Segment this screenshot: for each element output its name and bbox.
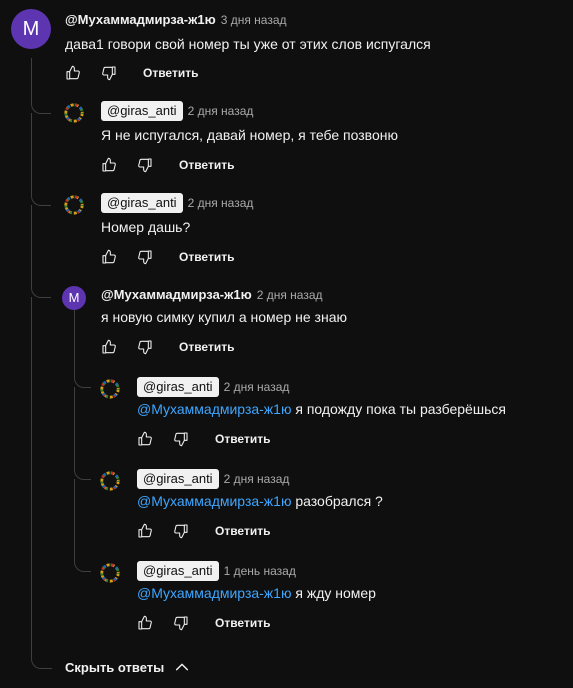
thread-line [31, 205, 32, 281]
chevron-up-icon [174, 659, 190, 675]
like-icon[interactable] [99, 337, 119, 357]
like-icon[interactable] [99, 155, 119, 175]
dislike-icon[interactable] [135, 337, 155, 357]
hide-replies-button[interactable]: Скрыть ответы [65, 659, 190, 675]
comment-text: @Мухаммадмирза-ж1ю я подожду пока ты раз… [137, 401, 506, 417]
comment-actions: Ответить [135, 429, 270, 449]
reply-button[interactable]: Ответить [143, 66, 198, 80]
like-icon[interactable] [135, 429, 155, 449]
comment-text: @Мухаммадмирза-ж1ю я жду номер [137, 585, 376, 601]
comment-actions: Ответить [99, 247, 234, 267]
comment-body: дава1 говори свой номер ты уже от этих с… [65, 36, 431, 52]
author-badge[interactable]: @giras_anti [137, 561, 219, 581]
nested-thread-line [74, 387, 75, 464]
timestamp[interactable]: 2 дня назад [257, 288, 323, 302]
comment-actions: Ответить [135, 613, 270, 633]
like-icon[interactable] [63, 63, 83, 83]
author-name[interactable]: @Мухаммадмирза-ж1ю [101, 287, 252, 302]
dislike-icon[interactable] [135, 155, 155, 175]
reply-button[interactable]: Ответить [179, 158, 234, 172]
nested-thread-line [74, 464, 91, 480]
nested-thread-line [74, 556, 91, 572]
comment-text: Номер дашь? [101, 219, 190, 235]
timestamp[interactable]: 3 дня назад [221, 13, 287, 27]
thread-line [31, 97, 51, 114]
thread-line [31, 281, 51, 298]
comment-header: @Мухаммадмирза-ж1ю 3 дня назад [65, 12, 287, 27]
like-icon[interactable] [99, 247, 119, 267]
reply-button[interactable]: Ответить [215, 524, 270, 538]
reply-button[interactable]: Ответить [215, 616, 270, 630]
dislike-icon[interactable] [135, 247, 155, 267]
avatar[interactable]: M [62, 286, 86, 310]
nested-thread-line [74, 372, 91, 388]
avatar[interactable] [98, 561, 122, 585]
comment-actions: Ответить [99, 337, 234, 357]
thread-line [31, 643, 52, 669]
dislike-icon[interactable] [171, 613, 191, 633]
author-badge[interactable]: @giras_anti [137, 469, 219, 489]
comment-header: @giras_anti 2 дня назад [101, 101, 253, 121]
comments-thread: M @Мухаммадмирза-ж1ю 3 дня назад дава1 г… [0, 0, 573, 688]
like-icon[interactable] [135, 521, 155, 541]
reply-button[interactable]: Ответить [179, 250, 234, 264]
comment-text: я новую симку купил а номер не знаю [101, 309, 347, 325]
thread-line [31, 297, 32, 643]
timestamp[interactable]: 2 дня назад [224, 472, 290, 486]
avatar[interactable] [62, 101, 86, 125]
timestamp[interactable]: 2 дня назад [188, 104, 254, 118]
avatar[interactable] [98, 469, 122, 493]
timestamp[interactable]: 2 дня назад [188, 196, 254, 210]
comment-body: я новую симку купил а номер не знаю [101, 309, 347, 325]
comment-body: Номер дашь? [101, 219, 191, 235]
thread-line [31, 58, 32, 97]
author-badge[interactable]: @giras_anti [137, 377, 219, 397]
mention-link[interactable]: @Мухаммадмирза-ж1ю [137, 493, 291, 509]
comment-header: @giras_anti 1 день назад [137, 561, 296, 581]
comment-header: @giras_anti 2 дня назад [101, 193, 253, 213]
comment-body: я жду номер [291, 585, 376, 601]
nested-thread-line [74, 310, 75, 372]
comment-actions: Ответить [63, 63, 198, 83]
thread-line [31, 189, 51, 206]
comment-body: Я не испугался, давай номер, я тебе позв… [101, 127, 398, 143]
author-badge[interactable]: @giras_anti [101, 193, 183, 213]
comment-body: разобрался ? [291, 493, 383, 509]
reply-button[interactable]: Ответить [215, 432, 270, 446]
comment-text: @Мухаммадмирза-ж1ю разобрался ? [137, 493, 383, 509]
timestamp[interactable]: 2 дня назад [224, 380, 290, 394]
comment-body: я подожду пока ты разберёшься [291, 401, 506, 417]
reply-button[interactable]: Ответить [179, 340, 234, 354]
dislike-icon[interactable] [171, 521, 191, 541]
thread-line [31, 113, 32, 189]
dislike-icon[interactable] [171, 429, 191, 449]
dislike-icon[interactable] [99, 63, 119, 83]
mention-link[interactable]: @Мухаммадмирза-ж1ю [137, 585, 291, 601]
comment-header: @Мухаммадмирза-ж1ю 2 дня назад [101, 287, 323, 302]
avatar[interactable] [98, 377, 122, 401]
mention-link[interactable]: @Мухаммадмирза-ж1ю [137, 401, 291, 417]
timestamp[interactable]: 1 день назад [224, 564, 296, 578]
hide-replies-label: Скрыть ответы [65, 659, 165, 675]
comment-header: @giras_anti 2 дня назад [137, 377, 289, 397]
comment-header: @giras_anti 2 дня назад [137, 469, 289, 489]
comment-actions: Ответить [99, 155, 234, 175]
comment-text: Я не испугался, давай номер, я тебе позв… [101, 127, 398, 143]
author-badge[interactable]: @giras_anti [101, 101, 183, 121]
avatar[interactable]: M [11, 9, 51, 49]
comment-actions: Ответить [135, 521, 270, 541]
like-icon[interactable] [135, 613, 155, 633]
avatar[interactable] [62, 193, 86, 217]
author-name[interactable]: @Мухаммадмирза-ж1ю [65, 12, 216, 27]
comment-text: дава1 говори свой номер ты уже от этих с… [65, 36, 431, 52]
nested-thread-line [74, 479, 75, 556]
